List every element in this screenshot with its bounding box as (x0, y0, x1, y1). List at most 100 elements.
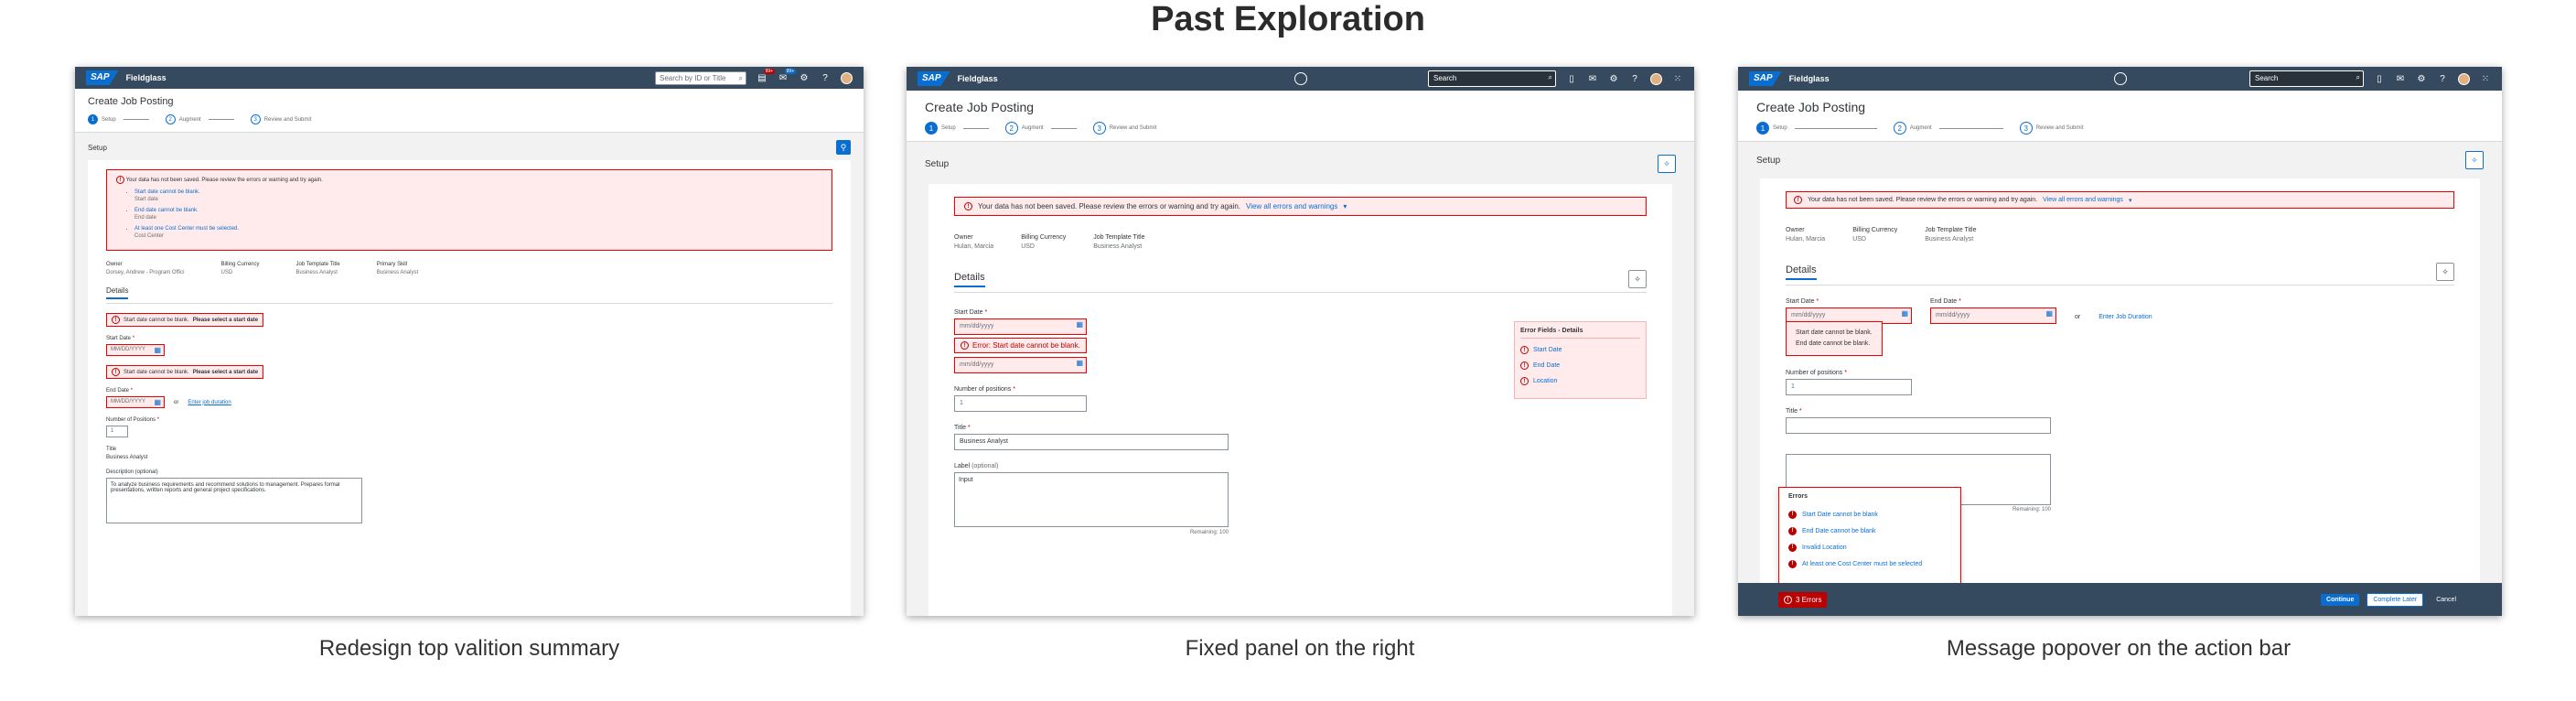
page-title: Past Exploration (1151, 0, 1425, 38)
settings-icon[interactable]: ⚙ (2416, 74, 2427, 84)
help-icon[interactable]: ? (820, 73, 831, 83)
popover-error-item[interactable]: ! End Date cannot be blank (1788, 527, 1951, 535)
positions-input[interactable]: 1 (954, 395, 1087, 412)
lightbulb-button[interactable]: ✧ (1658, 155, 1676, 173)
positions-input[interactable]: 1 (106, 426, 128, 437)
message-icon[interactable]: ✉ 99+ (778, 68, 796, 83)
avatar[interactable] (1650, 72, 1662, 85)
end-date-input[interactable]: mm/dd/yyyy ▦ (954, 357, 1087, 373)
search-input[interactable]: Search by ID or Title ⌕ (655, 70, 746, 85)
object-header: Create Job Posting 1 Setup 2 Augment 3 Revi… (1738, 91, 2502, 142)
calendar-icon[interactable]: ▦ (1901, 309, 1908, 318)
section-title: Setup (1756, 155, 1781, 166)
validation-summary: ! Your data has not been saved. Please r… (106, 169, 832, 251)
popover-error-item[interactable]: ! Invalid Location (1788, 544, 1951, 552)
loading-icon (2113, 72, 2127, 85)
wizard-step-setup[interactable]: 1 Setup (925, 122, 989, 135)
wizard-step-review[interactable]: 3 Review and Submit (2019, 122, 2083, 135)
help-icon[interactable]: ? (1629, 74, 1640, 84)
inline-error: ! Error: Start date cannot be blank. (954, 338, 1087, 353)
details-tabbar: Details ✧ (954, 270, 1647, 293)
calendar-icon[interactable]: ▦ (154, 346, 161, 354)
popover-error-item[interactable]: ! At least one Cost Center must be select… (1788, 560, 1951, 568)
grid-menu-icon[interactable]: ⁙ (2480, 74, 2491, 84)
details-tabbar: Details ✧ (1786, 263, 2454, 286)
panel-error-item[interactable]: ! End Date (1520, 361, 1640, 370)
end-date-input[interactable]: MM/DD/YYYY ▦ (106, 396, 165, 408)
grid-menu-icon[interactable]: ⁙ (1672, 74, 1683, 84)
caption-3: Message popover on the action bar (1946, 636, 2292, 661)
wizard-step-setup[interactable]: 1 Setup (88, 114, 149, 124)
wizard-step-review[interactable]: 3 Review and Submit (250, 114, 311, 124)
help-icon[interactable]: ? (2437, 74, 2448, 84)
search-input[interactable]: Search ⌕ (2249, 70, 2364, 87)
wizard-step-review[interactable]: 3 Review and Submit (1092, 122, 1156, 135)
error-item[interactable]: Start date cannot be blank.Start date (134, 189, 822, 202)
lightbulb-icon[interactable]: ✧ (1628, 270, 1647, 288)
panel-error-item[interactable]: ! Location (1520, 377, 1640, 385)
view-all-errors-link[interactable]: View all errors and warnings (2043, 197, 2123, 203)
avatar[interactable] (841, 71, 853, 84)
app-title: Create Job Posting (88, 96, 174, 107)
search-icon[interactable]: ⌕ (2356, 73, 2360, 82)
start-date-input[interactable]: mm/dd/yyyy ▦ (954, 318, 1087, 335)
error-fields-panel: Error Fields - Details ! Start Date ! End … (1514, 321, 1647, 399)
calendar-icon[interactable]: ▦ (2045, 309, 2053, 318)
popover-title: Errors (1788, 493, 1809, 500)
settings-icon[interactable]: ⚙ (1608, 74, 1619, 84)
enter-duration-link[interactable]: Enter Job Duration (2098, 314, 2152, 324)
search-icon[interactable]: ⌕ (739, 74, 743, 83)
settings-icon[interactable]: ⚙ (799, 73, 810, 83)
tab-details[interactable]: Details (106, 286, 129, 299)
wizard-step-augment[interactable]: 2 Augment (1893, 122, 2003, 135)
avatar[interactable] (2458, 72, 2470, 85)
view-all-errors-link[interactable]: View all errors and warnings (1246, 202, 1337, 210)
meta-fields: Owner Dorsey, Andrew - Program Offici Bil… (106, 262, 419, 275)
popover-error-item[interactable]: ! Start Date cannot be blank (1788, 511, 1951, 519)
calendar-icon[interactable]: ▦ (1076, 320, 1083, 329)
lightbulb-button[interactable]: ✧ (2465, 151, 2484, 169)
message-icon[interactable]: ✉ (1587, 74, 1598, 84)
shell-bar: SAP Fieldglass Search by ID or Title ⌕ ▤ 9… (75, 67, 864, 89)
clipboard-icon[interactable]: ▯ (1566, 74, 1577, 84)
positions-input[interactable]: 1 (1786, 379, 1912, 395)
error-item[interactable]: End date cannot be blank.End date (134, 208, 822, 221)
tab-details[interactable]: Details (1786, 264, 1817, 280)
page-body: Setup ✧ ! Your data has not been saved. Pl… (1738, 142, 2502, 616)
start-date-input[interactable]: MM/DD/YYYY ▦ (106, 344, 165, 356)
description-textarea[interactable]: To analyze business requirements and rec… (106, 478, 362, 523)
error-item[interactable]: At least one Cost Center must be selecte… (134, 226, 822, 239)
notification-icon[interactable]: ▤ 99+ (757, 68, 775, 83)
complete-later-button[interactable]: Complete Later (2367, 592, 2424, 607)
wizard-step-setup[interactable]: 1 Setup (1756, 122, 1877, 135)
notification-badge: 99+ (763, 68, 775, 74)
label-textarea[interactable]: Input (954, 472, 1229, 527)
calendar-icon[interactable]: ▦ (1076, 359, 1083, 367)
title-input[interactable]: Business Analyst (954, 434, 1229, 450)
lightbulb-icon[interactable]: ✧ (2436, 263, 2454, 281)
wizard-step-augment[interactable]: 2 Augment (165, 114, 234, 124)
product-name: Fieldglass (1788, 74, 1830, 83)
enter-duration-link[interactable]: Enter job duration (188, 400, 231, 405)
details-tabbar: Details (106, 286, 832, 304)
wizard-step-augment[interactable]: 2 Augment (1004, 122, 1077, 135)
tab-details[interactable]: Details (954, 272, 985, 287)
validation-strip: ! Your data has not been saved. Please re… (954, 197, 1647, 216)
search-input[interactable]: Search ⌕ (1428, 70, 1556, 87)
error-icon: ! (1784, 595, 1792, 604)
clipboard-icon[interactable]: ▯ (2374, 74, 2385, 84)
end-date-input[interactable]: mm/dd/yyyy ▦ (1930, 307, 2056, 324)
message-badge: 99+ (784, 68, 796, 74)
title-value: Business Analyst (106, 455, 148, 460)
errors-button[interactable]: ! 3 Errors (1778, 591, 1828, 608)
calendar-icon[interactable]: ▦ (154, 398, 161, 406)
product-name: Fieldglass (957, 74, 998, 83)
continue-button[interactable]: Continue (2321, 593, 2360, 606)
title-input[interactable] (1786, 417, 2051, 434)
info-button[interactable]: ⚲ (836, 140, 851, 155)
message-icon[interactable]: ✉ (2395, 74, 2406, 84)
search-icon[interactable]: ⌕ (1549, 73, 1552, 82)
panel-error-item[interactable]: ! Start Date (1520, 346, 1640, 354)
cancel-button[interactable]: Cancel (2431, 594, 2462, 606)
meta-fields: Owner Hulan, Marcia Billing Currency USD J… (954, 234, 1145, 250)
